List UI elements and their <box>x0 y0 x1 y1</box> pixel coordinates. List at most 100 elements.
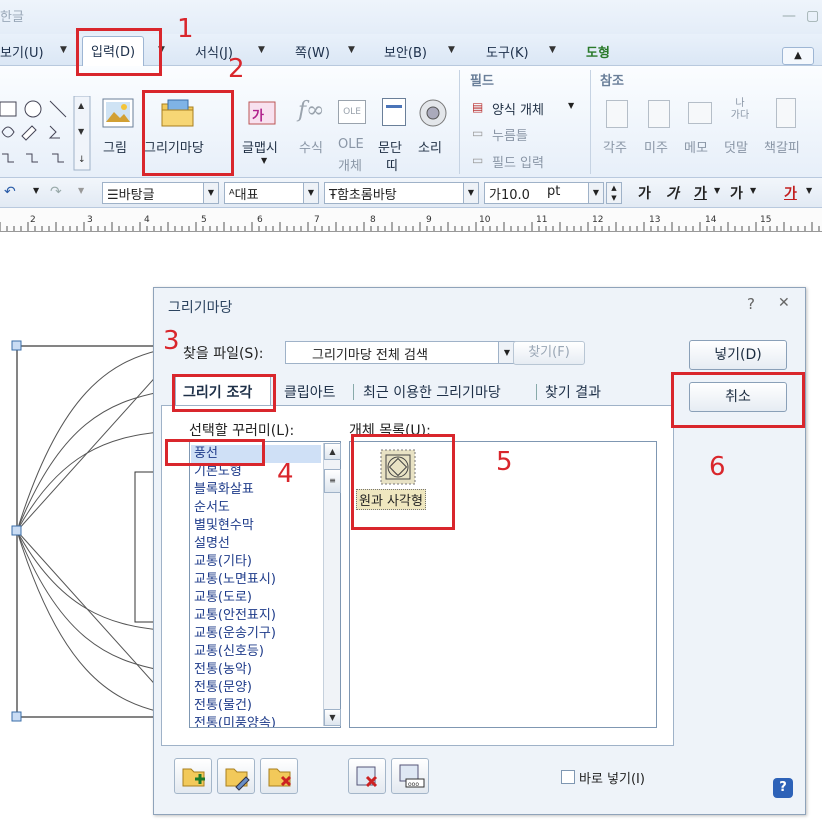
endnote-icon[interactable] <box>648 100 670 128</box>
delete-object-button[interactable] <box>348 758 386 794</box>
menu-security[interactable]: 보안(B) <box>384 42 427 61</box>
underline-button[interactable]: 가 <box>694 183 707 203</box>
menu-view-caret-icon[interactable]: ▼ <box>60 45 67 55</box>
bookmark-icon[interactable] <box>776 98 796 128</box>
direct-insert-label[interactable]: 바로 넣기(I) <box>579 768 645 787</box>
lang-combo[interactable]: ᴬ대표 <box>224 182 304 204</box>
edit-gallery-button[interactable] <box>217 758 255 794</box>
category-item[interactable]: 교통(운송기구) <box>194 625 276 643</box>
category-item[interactable]: 블록화살표 <box>194 481 254 499</box>
font-color-caret-icon[interactable]: ▼ <box>806 186 812 195</box>
undo-icon[interactable]: ↶ <box>4 184 16 200</box>
ruby-icon[interactable]: 나 가다 <box>727 98 753 128</box>
ribbon-footnote-label[interactable]: 각주 <box>603 137 627 156</box>
tab-search-results[interactable]: 찾기 결과 <box>545 382 601 402</box>
form-object-caret-icon[interactable]: ▼ <box>568 101 574 110</box>
delete-gallery-button[interactable] <box>260 758 298 794</box>
find-button[interactable]: 찾기(F) <box>513 341 585 365</box>
redo-caret-icon[interactable]: ▼ <box>78 186 84 195</box>
undo-caret-icon[interactable]: ▼ <box>33 186 39 195</box>
ribbon-paragraph-label-2[interactable]: 띠 <box>386 155 398 174</box>
style-combo[interactable]: ☰바탕글 <box>102 182 204 204</box>
menu-tools-caret-icon[interactable]: ▼ <box>549 45 556 55</box>
find-file-combo[interactable]: 그리기마당 전체 검색 <box>285 341 499 364</box>
sound-icon[interactable] <box>418 98 448 128</box>
scroll-up-icon[interactable]: ▲ <box>324 443 341 460</box>
ole-icon[interactable]: OLE <box>338 100 366 124</box>
menu-security-caret-icon[interactable]: ▼ <box>448 45 455 55</box>
size-unit[interactable]: pt <box>543 182 589 204</box>
size-spinner-icon[interactable]: ▲ ▼ <box>606 182 622 204</box>
category-item[interactable]: 교통(노면표시) <box>194 571 276 589</box>
scroll-down-icon[interactable]: ▼ <box>324 709 341 726</box>
category-item[interactable]: 전통(물건) <box>194 697 252 715</box>
collapse-ribbon-icon[interactable]: ▲ <box>782 47 814 65</box>
menu-page[interactable]: 쪽(W) <box>295 42 330 61</box>
ribbon-form-object-label[interactable]: 양식 개체 <box>492 99 544 118</box>
ribbon-paragraph-label-1[interactable]: 문단 <box>378 137 402 156</box>
font-combo[interactable]: Ŧ함초롬바탕 <box>324 182 464 204</box>
category-item[interactable]: 교통(안전표지) <box>194 607 276 625</box>
ribbon-ole-label-1[interactable]: OLE <box>338 137 364 152</box>
underline-caret-icon[interactable]: ▼ <box>714 186 720 195</box>
italic-button[interactable]: 가 <box>666 183 679 203</box>
ribbon-field-input-label[interactable]: 필드 입력 <box>492 152 544 171</box>
ribbon-formula-label[interactable]: 수식 <box>299 137 323 156</box>
ribbon-ole-label-2[interactable]: 개체 <box>338 155 362 174</box>
menu-format-caret-icon[interactable]: ▼ <box>258 45 265 55</box>
tab-recent[interactable]: 최근 이용한 그리기마당 <box>363 382 501 402</box>
help-icon[interactable]: ? <box>773 778 793 798</box>
category-item[interactable]: 전통(미풍양속) <box>194 715 276 727</box>
size-dropdown-icon[interactable]: ▼ <box>588 182 604 204</box>
tab-clipart[interactable]: 클립아트 <box>284 382 336 402</box>
menu-page-caret-icon[interactable]: ▼ <box>348 45 355 55</box>
font-dropdown-icon[interactable]: ▼ <box>463 182 479 204</box>
category-scrollbar[interactable]: ▲ ≡ ▼ <box>323 443 341 726</box>
ribbon-ruby-label[interactable]: 덧말 <box>724 137 748 156</box>
close-icon[interactable]: ✕ <box>778 295 790 311</box>
category-item[interactable]: 전통(문양) <box>194 679 252 697</box>
dialog-title-bar[interactable]: 그리기마당 ? ✕ <box>154 288 805 322</box>
strikeout-caret-icon[interactable]: ▼ <box>750 186 756 195</box>
ribbon-picture-label[interactable]: 그림 <box>103 137 127 156</box>
category-item[interactable]: 별및현수막 <box>194 517 254 535</box>
ribbon-click-here-label[interactable]: 누름틀 <box>492 125 528 144</box>
wordart-caret-icon[interactable]: ▼ <box>261 156 267 165</box>
paragraph-band-icon[interactable] <box>382 98 406 126</box>
size-combo[interactable]: 가10.0 <box>484 182 544 204</box>
category-item[interactable]: 교통(기타) <box>194 553 252 571</box>
category-item[interactable]: 설명선 <box>194 535 230 553</box>
minimize-icon[interactable]: — <box>782 8 796 24</box>
category-item[interactable]: 순서도 <box>194 499 230 517</box>
menu-shape[interactable]: 도형 <box>586 42 610 61</box>
redo-icon[interactable]: ↷ <box>50 184 62 200</box>
memo-icon[interactable] <box>688 102 712 124</box>
canvas-drawing-object[interactable] <box>0 232 160 732</box>
add-gallery-button[interactable] <box>174 758 212 794</box>
ribbon-wordart-label[interactable]: 글맵시 <box>242 137 278 156</box>
font-color-button[interactable]: 가 <box>784 183 797 203</box>
style-dropdown-icon[interactable]: ▼ <box>203 182 219 204</box>
ribbon-endnote-label[interactable]: 미주 <box>644 137 668 156</box>
category-list[interactable]: 풍선 기본도형 블록화살표 순서도 별및현수막 설명선 교통(기타) 교통(노면… <box>189 441 341 728</box>
formula-icon[interactable]: f∞ <box>298 98 324 123</box>
menu-view[interactable]: 보기(U) <box>0 42 44 61</box>
bold-button[interactable]: 가 <box>638 183 651 203</box>
category-item[interactable]: 교통(신호등) <box>194 643 264 661</box>
menu-tools[interactable]: 도구(K) <box>486 42 529 61</box>
rename-object-button[interactable]: ooo <box>391 758 429 794</box>
ribbon-sound-label[interactable]: 소리 <box>418 137 442 156</box>
direct-insert-checkbox[interactable] <box>561 770 575 784</box>
picture-icon[interactable] <box>102 98 134 128</box>
footnote-icon[interactable] <box>606 100 628 128</box>
ribbon-bookmark-label[interactable]: 책갈피 <box>764 137 800 156</box>
restore-icon[interactable]: ▢ <box>806 8 819 24</box>
category-item[interactable]: 전통(농악) <box>194 661 252 679</box>
insert-button[interactable]: 넣기(D) <box>689 340 787 370</box>
ribbon-memo-label[interactable]: 메모 <box>684 137 708 156</box>
ruler[interactable] <box>0 208 822 232</box>
shape-palette[interactable]: ▲ ▼ ↓ <box>0 96 92 174</box>
wordart-icon[interactable]: 가 <box>248 98 278 128</box>
lang-dropdown-icon[interactable]: ▼ <box>303 182 319 204</box>
help-icon[interactable]: ? <box>747 295 755 313</box>
